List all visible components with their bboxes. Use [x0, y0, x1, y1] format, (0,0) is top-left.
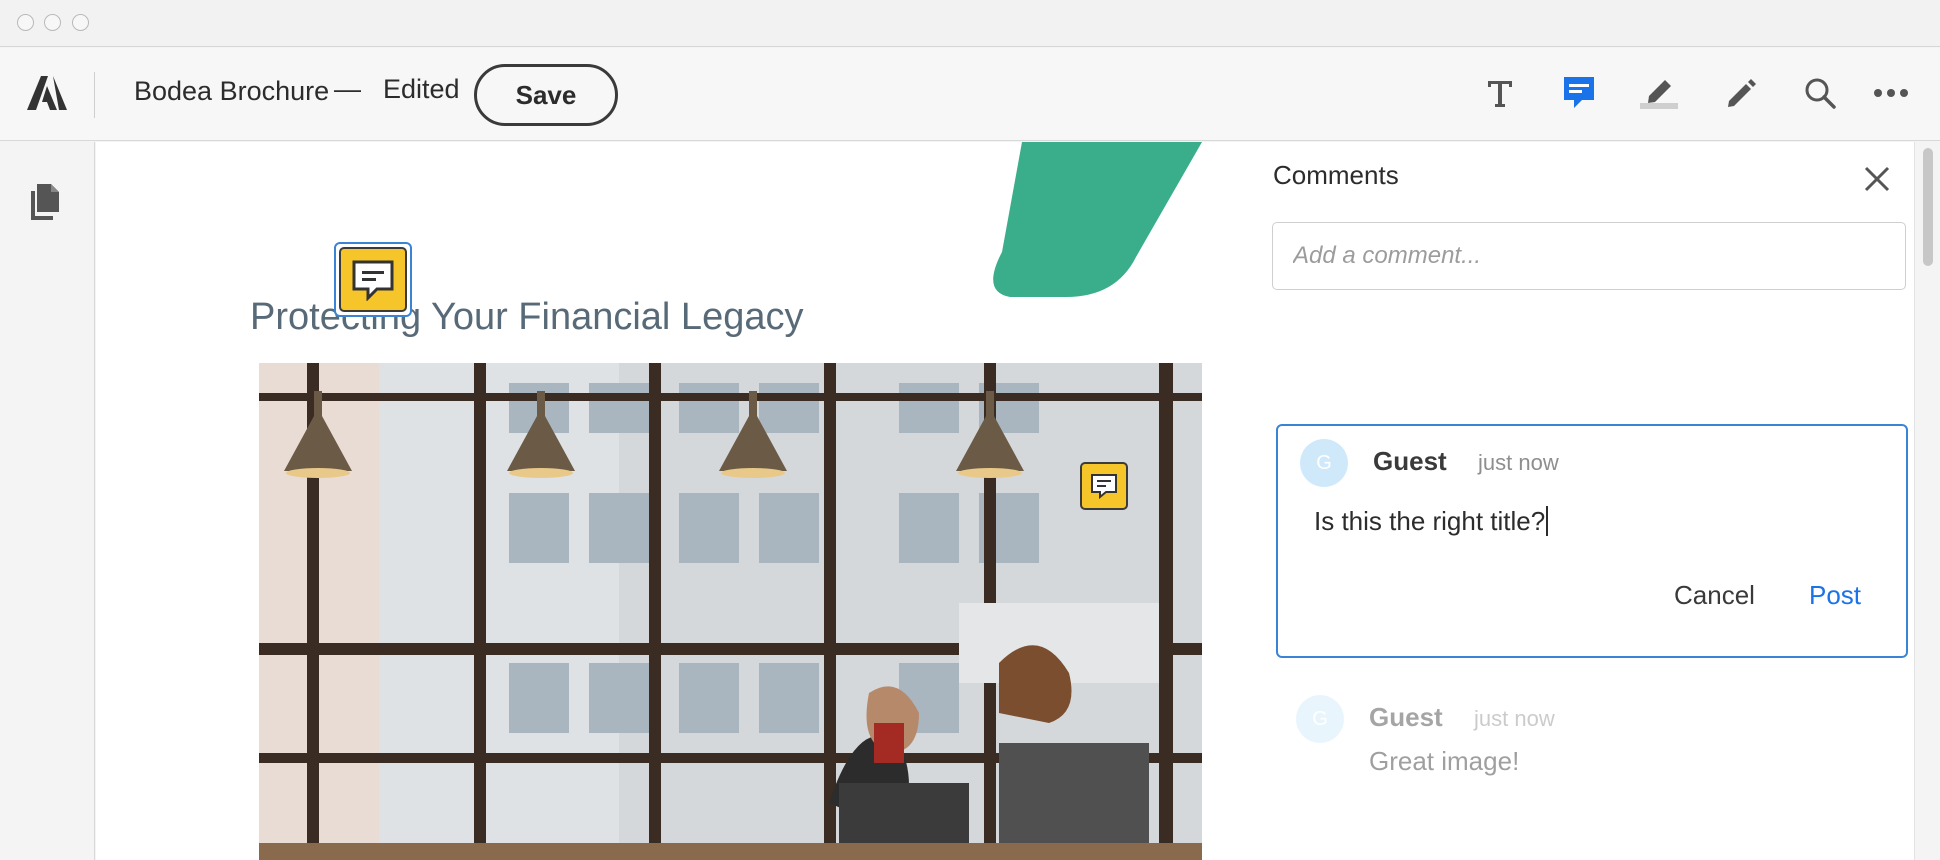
document-photo [259, 363, 1202, 860]
comment-author: Guest [1373, 446, 1447, 476]
comment-author: Guest [1369, 702, 1443, 732]
search-button[interactable] [1797, 70, 1843, 116]
search-icon [1805, 78, 1836, 109]
highlight-tool-button[interactable] [1637, 70, 1683, 116]
title-separator: — [334, 74, 361, 104]
panel-scrollbar[interactable] [1914, 142, 1940, 860]
green-accent-shape [993, 142, 1202, 297]
left-rail [0, 142, 95, 860]
avatar: G [1296, 695, 1344, 743]
more-icon [1874, 89, 1908, 97]
toolbar-divider [94, 72, 95, 118]
post-button[interactable]: Post [1809, 580, 1861, 611]
note-annotation-icon [352, 260, 394, 301]
close-icon[interactable] [1862, 164, 1892, 194]
top-toolbar: Bodea Brochure — Edited Save [0, 48, 1940, 141]
comment-edit-field[interactable]: Is this the right title? [1314, 506, 1549, 537]
text-tool-icon [1488, 81, 1512, 107]
comments-panel: Comments G Guest just now Is this the ri… [1210, 142, 1914, 860]
document-page: Protecting Your Financial Legacy [96, 142, 1210, 860]
cancel-button[interactable]: Cancel [1674, 580, 1755, 611]
add-comment-input[interactable] [1272, 222, 1906, 290]
comment-text: Great image! [1369, 746, 1520, 776]
window-minimize-dot[interactable] [44, 14, 61, 31]
save-button[interactable]: Save [474, 64, 618, 126]
text-caret [1546, 506, 1549, 536]
comment-item[interactable]: G Guest just now Great image! [1276, 682, 1908, 802]
highlight-tool-icon [1640, 80, 1678, 109]
active-comment-card[interactable]: G Guest just now Is this the right title… [1276, 424, 1908, 658]
window-title-bar [0, 0, 1940, 47]
scrollbar-thumb[interactable] [1923, 148, 1933, 266]
comments-title: Comments [1273, 160, 1399, 190]
window-close-dot[interactable] [17, 14, 34, 31]
document-title: Bodea Brochure [134, 76, 330, 106]
comment-draft-text: Is this the right title? [1314, 506, 1546, 536]
edited-status: Edited [383, 74, 460, 104]
note-annotation-selected[interactable] [334, 242, 412, 317]
adobe-logo-icon[interactable] [27, 74, 67, 112]
pages-icon[interactable] [29, 184, 59, 220]
text-tool-button[interactable] [1477, 70, 1523, 116]
note-annotation-icon [1091, 474, 1117, 499]
more-button[interactable] [1868, 70, 1914, 116]
window-zoom-dot[interactable] [72, 14, 89, 31]
draw-tool-icon [1728, 79, 1756, 107]
note-annotation[interactable] [1080, 462, 1128, 510]
avatar: G [1300, 439, 1348, 487]
comment-tool-icon [1564, 77, 1594, 108]
draw-tool-button[interactable] [1718, 70, 1764, 116]
comment-time: just now [1474, 706, 1555, 731]
comment-tool-button[interactable] [1556, 70, 1602, 116]
comment-time: just now [1478, 450, 1559, 475]
